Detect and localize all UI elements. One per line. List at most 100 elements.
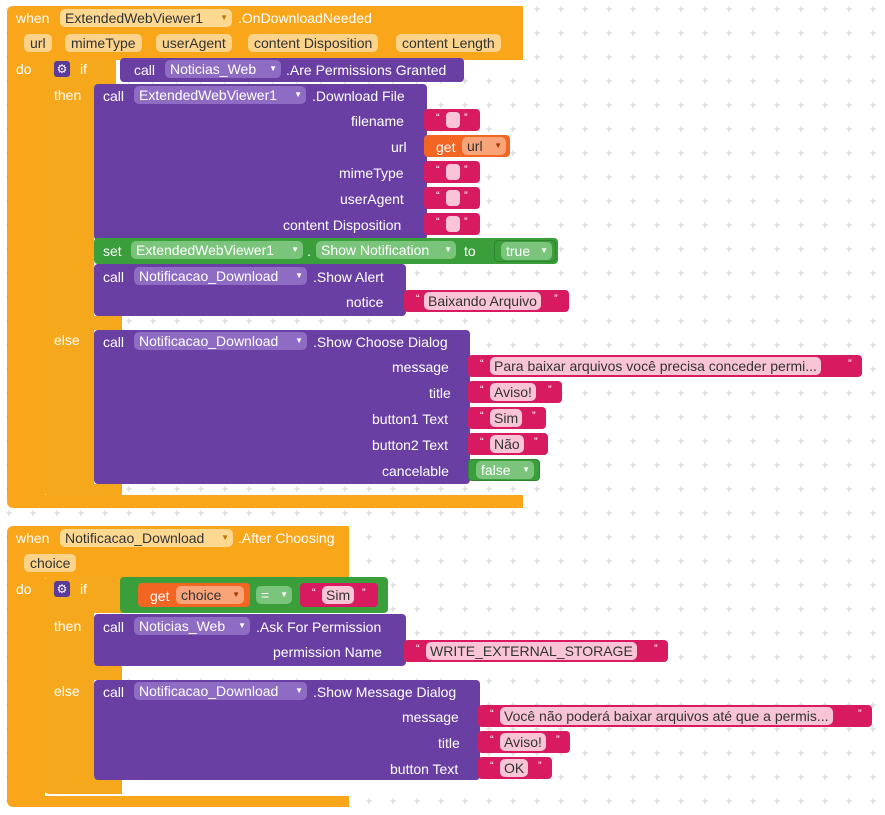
empty-text-block-content-disposition[interactable]: “ ” bbox=[424, 213, 480, 235]
boolean-dropdown-true[interactable]: true ▼ bbox=[501, 242, 552, 260]
dropdown-arrow-icon: ▼ bbox=[295, 336, 303, 345]
text-block-message[interactable]: “ Para baixar arquivos você precisa conc… bbox=[468, 355, 862, 377]
when-label: when bbox=[16, 530, 50, 546]
quote-close-icon: ” bbox=[848, 358, 852, 370]
text-block-title[interactable]: “ Aviso! ” bbox=[478, 731, 570, 753]
quote-open-icon: “ bbox=[436, 190, 440, 202]
text-block-button2[interactable]: “ Não ” bbox=[468, 433, 548, 455]
component-name: Notificacao_Download bbox=[139, 683, 279, 699]
quote-open-icon: “ bbox=[480, 410, 484, 422]
when-label: when bbox=[16, 10, 50, 26]
empty-text-field[interactable] bbox=[446, 190, 460, 206]
text-value[interactable]: WRITE_EXTERNAL_STORAGE bbox=[426, 642, 637, 660]
quote-close-icon: ” bbox=[532, 410, 536, 422]
arg-label-message: message bbox=[402, 709, 459, 725]
operator-dropdown-equals[interactable]: = ▼ bbox=[256, 586, 292, 604]
component-dropdown-noticias-web[interactable]: Noticias_Web ▼ bbox=[134, 617, 250, 635]
component-dropdown-extendedwebviewer[interactable]: ExtendedWebViewer1 ▼ bbox=[60, 9, 232, 27]
quote-close-icon: ” bbox=[362, 587, 366, 599]
empty-text-field[interactable] bbox=[446, 112, 460, 128]
property-dropdown-show-notification[interactable]: Show Notification ▼ bbox=[316, 241, 456, 259]
empty-text-block-filename[interactable]: “ ” bbox=[424, 109, 480, 131]
quote-open-icon: “ bbox=[436, 164, 440, 176]
quote-close-icon: ” bbox=[464, 190, 468, 202]
text-value[interactable]: Aviso! bbox=[500, 733, 546, 751]
method-name: .Are Permissions Granted bbox=[286, 62, 447, 78]
empty-text-block-useragent[interactable]: “ ” bbox=[424, 187, 480, 209]
param-useragent[interactable]: userAgent bbox=[156, 34, 232, 52]
component-dropdown-notificacao-download[interactable]: Notificacao_Download ▼ bbox=[134, 682, 307, 700]
text-block-baixando-arquivo[interactable]: “ Baixando Arquivo ” bbox=[404, 290, 569, 312]
text-value[interactable]: Você não poderá baixar arquivos até que … bbox=[500, 707, 833, 725]
quote-close-icon: ” bbox=[538, 760, 542, 772]
param-choice[interactable]: choice bbox=[24, 554, 77, 572]
text-value[interactable]: OK bbox=[500, 759, 529, 777]
boolean-dropdown-false[interactable]: false ▼ bbox=[476, 461, 534, 479]
call-label: call bbox=[103, 334, 125, 350]
quote-close-icon: ” bbox=[554, 293, 558, 305]
component-dropdown-noticias-web[interactable]: Noticias_Web ▼ bbox=[165, 60, 281, 78]
component-dropdown-extendedwebviewer[interactable]: ExtendedWebViewer1 ▼ bbox=[134, 86, 306, 104]
dropdown-arrow-icon: ▼ bbox=[522, 465, 530, 474]
arg-label-title: title bbox=[438, 735, 460, 751]
text-value[interactable]: Aviso! bbox=[490, 383, 536, 401]
text-value[interactable]: Sim bbox=[322, 586, 355, 604]
text-block-button1[interactable]: “ Sim ” bbox=[468, 407, 546, 429]
text-block-title[interactable]: “ Aviso! ” bbox=[468, 381, 562, 403]
text-value[interactable]: Para baixar arquivos você precisa conced… bbox=[490, 357, 821, 375]
method-name: .Show Choose Dialog bbox=[313, 334, 448, 350]
then-label: then bbox=[54, 618, 82, 634]
arg-label-permission-name: permission Name bbox=[273, 644, 382, 660]
variable-dropdown-url[interactable]: url ▼ bbox=[462, 137, 506, 155]
text-block-message[interactable]: “ Você não poderá baixar arquivos até qu… bbox=[478, 705, 872, 727]
dropdown-arrow-icon: ▼ bbox=[294, 90, 302, 99]
call-label: call bbox=[103, 684, 125, 700]
then-label: then bbox=[54, 87, 82, 103]
text-block-button[interactable]: “ OK ” bbox=[478, 757, 552, 779]
boolean-value: true bbox=[506, 243, 531, 259]
operator: = bbox=[261, 587, 270, 603]
empty-text-block-mimetype[interactable]: “ ” bbox=[424, 161, 480, 183]
component-name: ExtendedWebViewer1 bbox=[136, 242, 275, 258]
gear-icon[interactable]: ⚙ bbox=[54, 581, 70, 597]
component-dropdown-notificacao-download[interactable]: Notificacao_Download ▼ bbox=[60, 529, 233, 547]
variable-dropdown-choice[interactable]: choice ▼ bbox=[176, 586, 244, 604]
text-block-sim[interactable]: “ Sim ” bbox=[300, 583, 378, 607]
quote-open-icon: “ bbox=[480, 358, 484, 370]
text-block-write-external-storage[interactable]: “ WRITE_EXTERNAL_STORAGE ” bbox=[404, 640, 668, 662]
method-name: .Download File bbox=[312, 88, 405, 104]
arg-label-notice: notice bbox=[346, 294, 384, 310]
component-name: Notificacao_Download bbox=[139, 268, 279, 284]
text-value[interactable]: Não bbox=[490, 435, 524, 453]
if-block-bottom bbox=[44, 778, 122, 794]
param-mimetype[interactable]: mimeType bbox=[65, 34, 142, 52]
property-name: Show Notification bbox=[321, 242, 430, 258]
to-label: to bbox=[464, 243, 476, 259]
event-name: .OnDownloadNeeded bbox=[238, 10, 372, 26]
arg-label-url: url bbox=[391, 139, 407, 155]
param-url[interactable]: url bbox=[24, 34, 52, 52]
get-label: get bbox=[436, 139, 456, 155]
param-content-length[interactable]: content Length bbox=[396, 34, 501, 52]
dropdown-arrow-icon: ▼ bbox=[221, 533, 229, 542]
empty-text-field[interactable] bbox=[446, 216, 460, 232]
quote-close-icon: ” bbox=[464, 216, 468, 228]
text-value[interactable]: Baixando Arquivo bbox=[424, 292, 541, 310]
text-value[interactable]: Sim bbox=[490, 409, 523, 427]
dropdown-arrow-icon: ▼ bbox=[238, 621, 246, 630]
dropdown-arrow-icon: ▼ bbox=[494, 141, 502, 150]
component-dropdown-notificacao-download[interactable]: Notificacao_Download ▼ bbox=[134, 267, 307, 285]
empty-text-field[interactable] bbox=[446, 164, 460, 180]
quote-open-icon: “ bbox=[480, 384, 484, 396]
set-label: set bbox=[103, 243, 122, 259]
gear-icon[interactable]: ⚙ bbox=[54, 61, 70, 77]
param-content-disposition[interactable]: content Disposition bbox=[248, 34, 379, 52]
if-block-then-bottom bbox=[44, 316, 122, 330]
component-dropdown-extendedwebviewer[interactable]: ExtendedWebViewer1 ▼ bbox=[131, 241, 303, 259]
component-dropdown-notificacao-download[interactable]: Notificacao_Download ▼ bbox=[134, 332, 307, 350]
dropdown-arrow-icon: ▼ bbox=[295, 271, 303, 280]
quote-close-icon: ” bbox=[548, 384, 552, 396]
quote-open-icon: “ bbox=[490, 760, 494, 772]
show-choose-dialog-block[interactable] bbox=[94, 330, 470, 484]
if-label: if bbox=[80, 61, 87, 77]
